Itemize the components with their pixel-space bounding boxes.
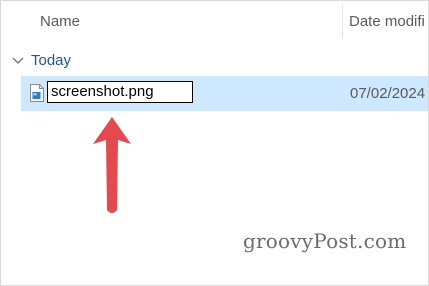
file-row[interactable]: 07/02/2024 bbox=[21, 76, 428, 111]
column-header-row: Name Date modifi bbox=[1, 1, 428, 41]
file-date-modified: 07/02/2024 bbox=[350, 85, 426, 102]
file-explorer-pane: Name Date modifi Today 07/02/2024 groovy… bbox=[0, 0, 429, 286]
column-header-date-modified[interactable]: Date modifi bbox=[349, 13, 425, 30]
column-divider[interactable] bbox=[342, 5, 343, 39]
image-file-icon bbox=[30, 84, 44, 102]
group-header-today[interactable]: Today bbox=[11, 50, 71, 70]
group-label: Today bbox=[31, 51, 72, 69]
rename-filename-input[interactable] bbox=[47, 81, 193, 103]
arrow-up-icon bbox=[93, 117, 131, 213]
watermark-text: groovyPost.com bbox=[243, 229, 407, 253]
chevron-down-icon[interactable] bbox=[11, 53, 25, 67]
column-header-name[interactable]: Name bbox=[40, 13, 80, 30]
